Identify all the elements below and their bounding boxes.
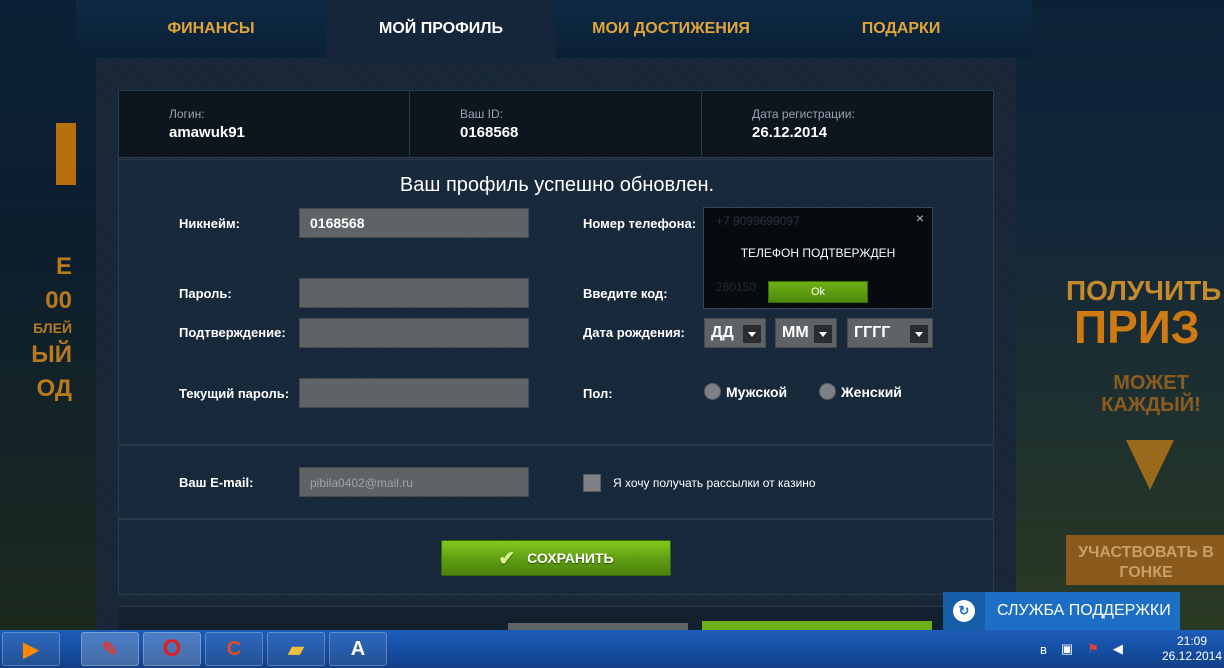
email-label: Ваш E-mail: [179, 475, 254, 490]
chevron-down-icon [910, 325, 928, 343]
account-info-bar: Логин: amawuk91 Ваш ID: 0168568 Дата рег… [118, 90, 994, 158]
registration-info: Дата регистрации: 26.12.2014 [702, 91, 993, 157]
ok-button[interactable]: Ok [768, 281, 868, 303]
id-value: 0168568 [460, 124, 519, 141]
birth-month-select[interactable]: ММ [775, 318, 837, 348]
next-section-partial [118, 606, 994, 631]
registration-date: 26.12.2014 [752, 124, 828, 141]
confirm-password-label: Подтверждение: [179, 325, 286, 340]
birth-day-select[interactable]: ДД [704, 318, 766, 348]
clock[interactable]: 21:09 26.12.2014 [1160, 634, 1224, 664]
bluetooth-icon[interactable]: ʙ [1040, 642, 1047, 657]
success-message: Ваш профиль успешно обновлен. [399, 174, 715, 196]
left-promo-text: Е 00 БЛЕЙ ЫЙ ОД [31, 253, 72, 402]
code-value-faded: 280150 [716, 280, 757, 294]
right-promo-big: ПРИЗ [1074, 301, 1200, 353]
current-password-label: Текущий пароль: [179, 386, 290, 401]
volume-icon[interactable]: ◀ [1113, 641, 1123, 657]
gender-female-radio[interactable]: Женский [819, 383, 902, 400]
network-icon[interactable]: ▣ [1061, 641, 1073, 657]
right-promo-subtitle: МОЖЕТ КАЖДЫЙ! [1101, 372, 1201, 416]
support-button[interactable]: ↻ СЛУЖБА ПОДДЕРЖКИ [943, 592, 1180, 630]
tab-finance[interactable]: ФИНАНСЫ [96, 0, 326, 58]
right-promo-banner[interactable]: ПОЛУЧИТЬ ПРИЗ МОЖЕТ КАЖДЫЙ! УЧАСТВОВАТЬ … [1016, 0, 1224, 630]
code-label: Введите код: [583, 286, 668, 301]
newsletter-checkbox[interactable] [583, 474, 601, 492]
login-info: Логин: amawuk91 [119, 91, 409, 157]
email-input[interactable]: pibila0402@mail.ru [299, 467, 529, 497]
password-label: Пароль: [179, 286, 232, 301]
gender-male-radio[interactable]: Мужской [704, 383, 787, 400]
system-tray: ʙ ▣ ⚑ ◀ [1040, 630, 1137, 668]
nickname-input[interactable]: 0168568 [299, 208, 529, 238]
phone-value-faded: +7 9099699097 [716, 214, 800, 228]
radio-icon [704, 383, 721, 400]
popup-message: ТЕЛЕФОН ПОДТВЕРЖДЕН [740, 246, 896, 260]
tab-gifts[interactable]: ПОДАРКИ [786, 0, 1016, 58]
save-panel: ✔ СОХРАНИТЬ [118, 519, 994, 595]
race-button[interactable]: УЧАСТВОВАТЬ В ГОНКЕ [1066, 535, 1224, 585]
document-icon[interactable]: A [329, 632, 387, 666]
flag-icon[interactable]: ⚑ [1087, 641, 1099, 657]
id-info: Ваш ID: 0168568 [410, 91, 701, 157]
ccleaner-icon[interactable]: C [205, 632, 263, 666]
left-promo-ribbon [56, 123, 76, 185]
chevron-down-icon [814, 325, 832, 343]
password-input[interactable] [299, 278, 529, 308]
birth-year-select[interactable]: ГГГГ [847, 318, 933, 348]
chat-icon: ↻ [943, 592, 985, 630]
birth-date-label: Дата рождения: [583, 325, 685, 340]
profile-page: Логин: amawuk91 Ваш ID: 0168568 Дата рег… [96, 58, 1016, 631]
paint-app-icon[interactable]: ✎ [81, 632, 139, 666]
phone-confirmed-popup: +7 9099699097 280150 × ТЕЛЕФОН ПОДТВЕРЖД… [703, 207, 933, 309]
folder-icon[interactable]: ▰ [267, 632, 325, 666]
left-promo-banner[interactable]: Е 00 БЛЕЙ ЫЙ ОД [0, 0, 96, 630]
current-password-input[interactable] [299, 378, 529, 408]
nickname-label: Никнейм: [179, 216, 240, 231]
tab-achievements[interactable]: МОИ ДОСТИЖЕНИЯ [556, 0, 786, 58]
newsletter-label: Я хочу получать рассылки от казино [613, 476, 816, 490]
clock-time: 21:09 [1176, 634, 1208, 648]
taskbar: ▶ ✎ O C ▰ A ʙ ▣ ⚑ ◀ 21:09 26.12.2014 [0, 630, 1224, 668]
chevron-down-icon [743, 325, 761, 343]
media-player-icon[interactable]: ▶ [2, 632, 60, 666]
tab-my-profile[interactable]: МОЙ ПРОФИЛЬ [326, 0, 556, 58]
gender-label: Пол: [583, 386, 613, 401]
phone-label: Номер телефона: [583, 216, 697, 231]
close-icon[interactable]: × [916, 210, 924, 226]
email-panel: Ваш E-mail: pibila0402@mail.ru Я хочу по… [118, 445, 994, 519]
opera-browser-icon[interactable]: O [143, 632, 201, 666]
confirm-password-input[interactable] [299, 318, 529, 348]
radio-icon [819, 383, 836, 400]
chevron-down-icon [1126, 440, 1174, 490]
save-button[interactable]: ✔ СОХРАНИТЬ [441, 540, 671, 576]
clock-date: 26.12.2014 [1161, 649, 1223, 663]
login-value: amawuk91 [169, 124, 245, 141]
checkmark-icon: ✔ [498, 547, 516, 570]
